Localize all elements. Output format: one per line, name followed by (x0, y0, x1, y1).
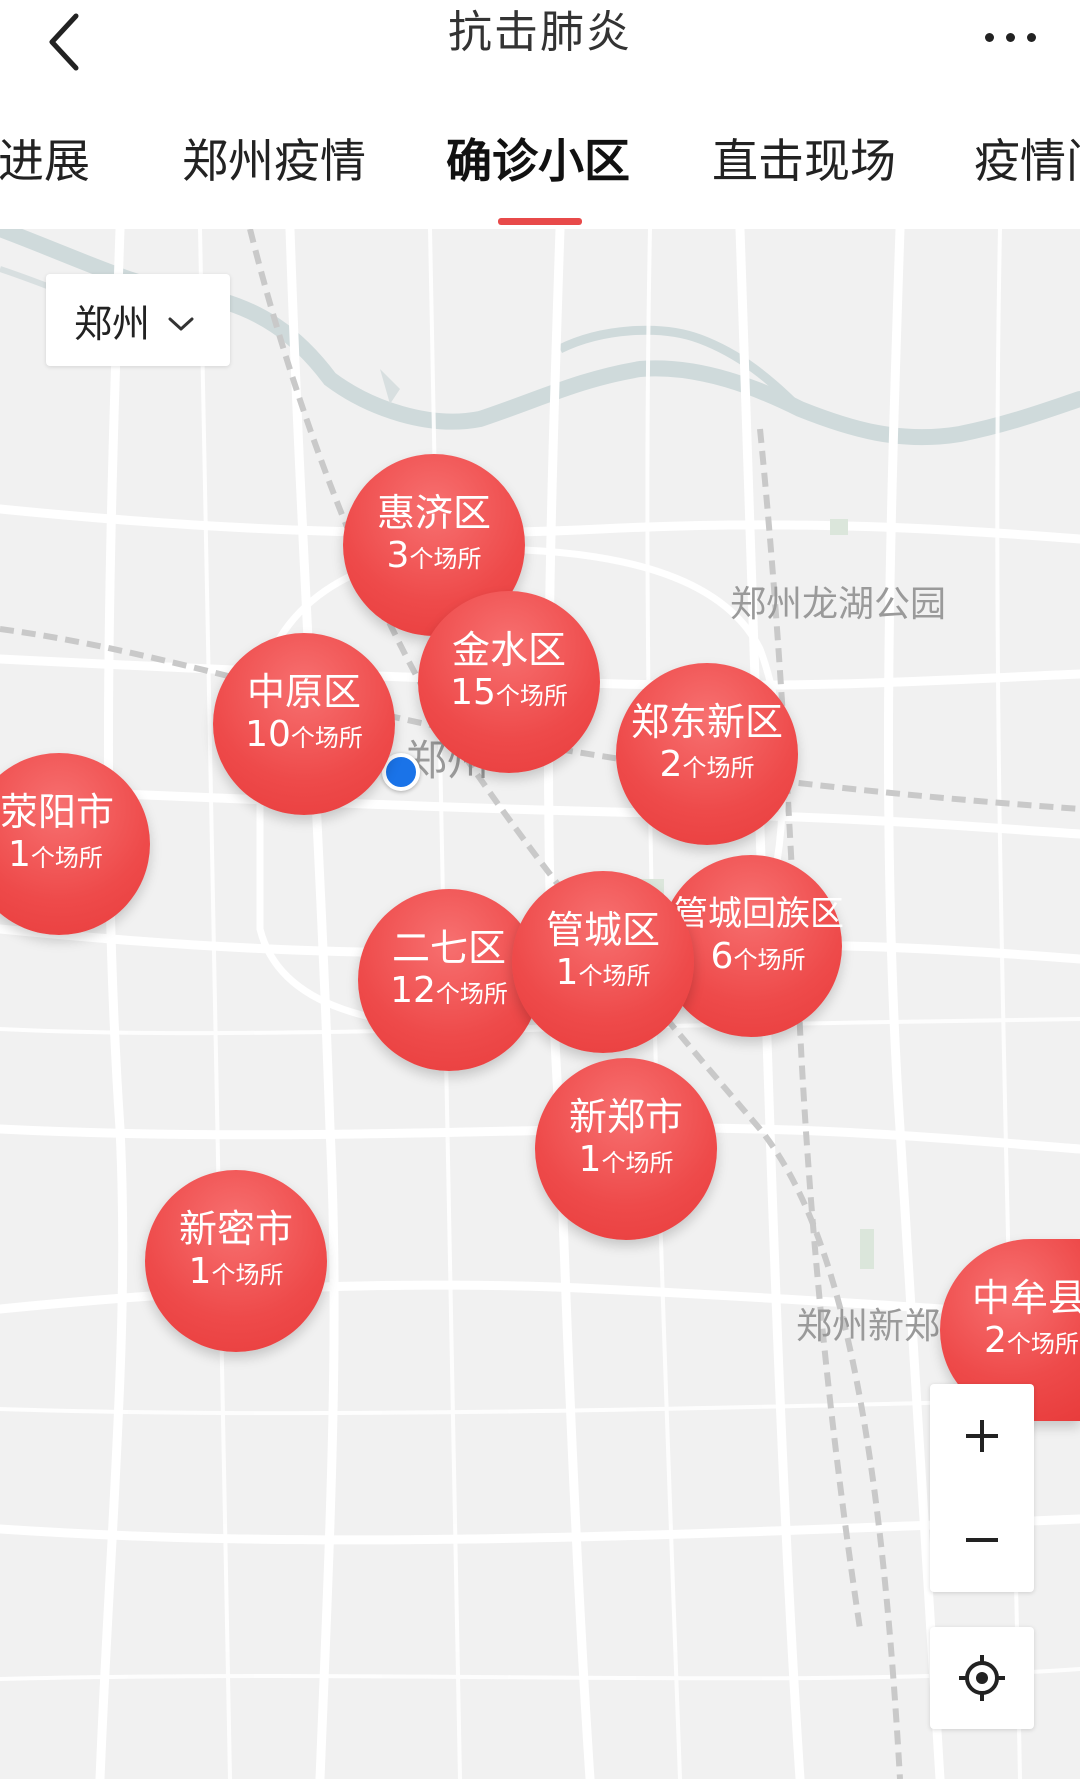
page-title: 抗击肺炎 (448, 7, 632, 58)
more-dots-icon (1005, 32, 1015, 42)
district-bubble-guancheng[interactable]: 管城区 1个场所 (512, 871, 694, 1053)
city-dropdown[interactable]: 郑州 (46, 274, 230, 366)
zoom-in-button[interactable] (930, 1384, 1034, 1488)
district-bubble-zhongyuan[interactable]: 中原区 10个场所 (213, 633, 395, 815)
more-button[interactable] (970, 12, 1050, 62)
district-count: 2个场所 (659, 744, 755, 785)
tab-confirmed-communities[interactable]: 确诊小区 (446, 126, 630, 196)
district-count: 1个场所 (8, 834, 103, 875)
district-count: 1个场所 (188, 1251, 284, 1292)
district-name: 惠济区 (376, 491, 491, 535)
district-name: 中原区 (246, 670, 361, 714)
tab-latest-progress[interactable]: 新进展 (0, 126, 90, 196)
more-dots-icon (1026, 32, 1036, 42)
district-name: 中牟县 (972, 1276, 1080, 1320)
active-tab-indicator (498, 218, 582, 225)
zoom-out-button[interactable] (930, 1488, 1034, 1592)
more-dots-icon (984, 32, 994, 42)
district-bubble-zhengdong[interactable]: 郑东新区 2个场所 (616, 663, 798, 845)
district-name: 荥阳市 (0, 790, 115, 834)
tab-epidemic-qa[interactable]: 疫情问 (974, 126, 1080, 196)
district-name: 管城区 (545, 908, 660, 952)
map-label-park: 郑州龙湖公园 (730, 584, 947, 625)
minus-icon (966, 1538, 998, 1542)
district-name: 金水区 (451, 628, 566, 672)
district-bubble-xinzheng[interactable]: 新郑市 1个场所 (535, 1058, 717, 1240)
back-arrow-icon (49, 13, 79, 71)
zoom-controls (930, 1384, 1034, 1592)
district-name: 管城回族区 (674, 894, 844, 934)
district-name: 新郑市 (568, 1095, 683, 1139)
district-name: 郑东新区 (630, 700, 783, 744)
tab-live-scene[interactable]: 直击现场 (712, 126, 896, 196)
district-count: 3个场所 (386, 535, 482, 576)
district-count: 6个场所 (710, 936, 806, 977)
district-count: 15个场所 (450, 672, 568, 713)
district-count: 1个场所 (555, 952, 651, 993)
locate-icon (959, 1655, 1005, 1701)
district-bubble-jinshui[interactable]: 金水区 15个场所 (418, 591, 600, 773)
city-dropdown-value: 郑州 (74, 301, 151, 346)
top-bar: 抗击肺炎 (0, 0, 1080, 97)
district-count: 10个场所 (245, 714, 363, 755)
map-view[interactable]: 郑州 郑州 郑州龙湖公园 郑州新郑国际机场 惠济区 3个场所 金水区 15个场所… (0, 229, 1080, 1779)
locate-button[interactable] (930, 1627, 1034, 1729)
plus-icon (966, 1420, 998, 1452)
district-count: 1个场所 (578, 1139, 674, 1180)
tab-zhengzhou-epidemic[interactable]: 郑州疫情 (182, 126, 366, 196)
app-root: 抗击肺炎 新进展 郑州疫情 确诊小区 直击现场 疫情问 (0, 0, 1080, 1779)
district-name: 新密市 (178, 1207, 293, 1251)
tab-bar: 新进展 郑州疫情 确诊小区 直击现场 疫情问 (0, 96, 1080, 230)
back-button[interactable] (34, 12, 94, 72)
district-count: 2个场所 (984, 1320, 1079, 1361)
district-bubble-xinmi[interactable]: 新密市 1个场所 (145, 1170, 327, 1352)
chevron-down-icon (168, 317, 194, 331)
